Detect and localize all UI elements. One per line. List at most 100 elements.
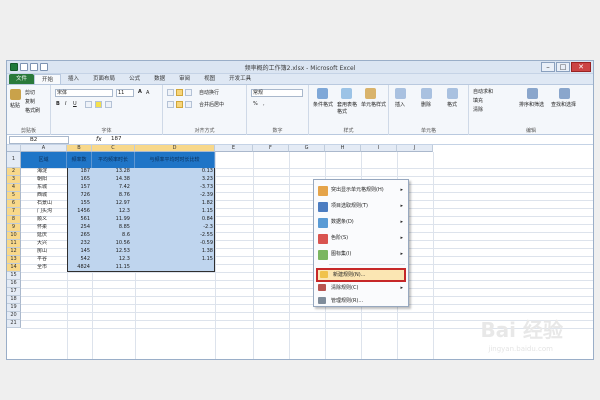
table-cell[interactable]: -2.39 [135,192,213,200]
table-cell[interactable]: 延庆 [37,232,67,240]
row-header-11[interactable]: 11 [7,240,21,248]
row-header-6[interactable]: 6 [7,200,21,208]
font-color-icon[interactable] [105,101,112,108]
table-cell[interactable]: 怀柔 [37,224,67,232]
table-cell[interactable]: 1456 [67,208,90,216]
table-cell[interactable]: 11.99 [92,216,130,224]
table-cell[interactable]: -2.55 [135,232,213,240]
table-cell[interactable]: 4824 [67,264,90,272]
table-cell[interactable]: 8.6 [92,232,130,240]
column-header-b[interactable]: B [67,145,92,152]
table-cell[interactable]: 3.23 [135,176,213,184]
column-header-a[interactable]: A [21,145,67,152]
table-cell[interactable]: 542 [67,256,90,264]
table-cell[interactable]: 726 [67,192,90,200]
table-cell[interactable]: 大兴 [37,240,67,248]
grow-font-button[interactable]: A [138,89,142,95]
tab-insert[interactable]: 插入 [61,74,86,84]
shrink-font-button[interactable]: A [146,90,149,96]
row-header-4[interactable]: 4 [7,184,21,192]
menu-item-data-bars[interactable]: 数据条(D) ▸ [316,216,406,230]
format-cells-button[interactable]: 格式 [447,101,457,108]
table-cell[interactable]: 12.3 [92,208,130,216]
table-cell[interactable]: 1.82 [135,200,213,208]
row-header-10[interactable]: 10 [7,232,21,240]
row-header-21[interactable]: 21 [7,320,21,328]
delete-cells-icon[interactable] [421,88,432,99]
table-cell[interactable]: 265 [67,232,90,240]
menu-item-new-rule[interactable]: 新建规则(N)... [316,268,406,282]
row-header-15[interactable]: 15 [7,272,21,280]
underline-button[interactable]: U [73,101,77,107]
table-cell[interactable]: 254 [67,224,90,232]
border-icon[interactable] [85,101,92,108]
close-button[interactable]: ✕ [571,62,591,72]
autosum-button[interactable]: 自动求和 [473,88,493,95]
comma-button[interactable]: , [263,101,265,107]
row-header-2[interactable]: 2 [7,168,21,176]
table-cell[interactable]: 1.15 [135,208,213,216]
column-header-i[interactable]: I [361,145,397,152]
insert-cells-icon[interactable] [395,88,406,99]
minimize-button[interactable]: – [541,62,555,72]
clear-button[interactable]: 清除 [473,106,483,113]
tab-data[interactable]: 数据 [147,74,172,84]
align-left-icon[interactable] [167,101,174,108]
table-cell[interactable]: 13.28 [92,168,130,176]
row-header-14[interactable]: 14 [7,264,21,272]
align-bottom-icon[interactable] [185,89,192,96]
copy-button[interactable]: 复制 [25,98,35,105]
menu-item-color-scales[interactable]: 色阶(S) ▸ [316,232,406,246]
percent-button[interactable]: % [253,101,258,107]
paste-button[interactable]: 粘贴 [10,102,20,109]
table-cell[interactable]: 561 [67,216,90,224]
fill-button[interactable]: 填充 [473,97,483,104]
row-header-19[interactable]: 19 [7,304,21,312]
table-cell[interactable]: 12.3 [92,256,130,264]
table-cell[interactable]: 12.97 [92,200,130,208]
tab-developer[interactable]: 开发工具 [222,74,258,84]
find-select-icon[interactable] [559,88,570,99]
select-all-corner[interactable] [7,145,21,152]
format-cells-icon[interactable] [447,88,458,99]
table-cell[interactable]: 157 [67,184,90,192]
table-cell[interactable]: 平谷 [37,256,67,264]
table-cell[interactable]: 187 [67,168,90,176]
delete-cells-button[interactable]: 删除 [421,101,431,108]
header-cell[interactable]: 频率数 [67,152,92,168]
table-cell[interactable]: 朝阳 [37,176,67,184]
menu-item-top-bottom-rules[interactable]: 项目选取规则(T) ▸ [316,200,406,214]
tab-view[interactable]: 视图 [197,74,222,84]
row-header-12[interactable]: 12 [7,248,21,256]
table-cell[interactable]: 145 [67,248,90,256]
align-right-icon[interactable] [185,101,192,108]
column-header-c[interactable]: C [92,145,135,152]
table-cell[interactable]: 165 [67,176,90,184]
table-cell[interactable]: 1.15 [135,256,213,264]
column-header-d[interactable]: D [135,145,215,152]
menu-item-clear-rules[interactable]: 清除规则(C) ▸ [316,283,406,294]
column-header-f[interactable]: F [253,145,289,152]
tab-file[interactable]: 文件 [9,74,35,84]
sort-filter-button[interactable]: 排序和筛选 [519,101,544,108]
column-header-e[interactable]: E [215,145,253,152]
conditional-format-button[interactable]: 条件格式 [313,101,333,108]
number-format-select[interactable]: 常规 [251,89,303,97]
row-header-5[interactable]: 5 [7,192,21,200]
table-cell[interactable]: 12.53 [92,248,130,256]
table-cell[interactable]: 东城 [37,184,67,192]
font-name-select[interactable]: 宋体 [55,89,113,97]
fx-icon[interactable]: fx [96,136,102,143]
cell-style-icon[interactable] [365,88,376,99]
table-cell[interactable]: 232 [67,240,90,248]
row-header-13[interactable]: 13 [7,256,21,264]
table-cell[interactable]: 房山 [37,248,67,256]
table-cell[interactable]: 0.13 [135,168,213,176]
row-header-9[interactable]: 9 [7,224,21,232]
table-cell[interactable]: -0.59 [135,240,213,248]
row-header-1[interactable]: 1 [7,152,21,168]
menu-item-icon-sets[interactable]: 图标集(I) ▸ [316,248,406,262]
name-box[interactable]: B2 [9,136,69,144]
row-header-3[interactable]: 3 [7,176,21,184]
header-cell[interactable]: 平均频率时长 [92,152,135,168]
